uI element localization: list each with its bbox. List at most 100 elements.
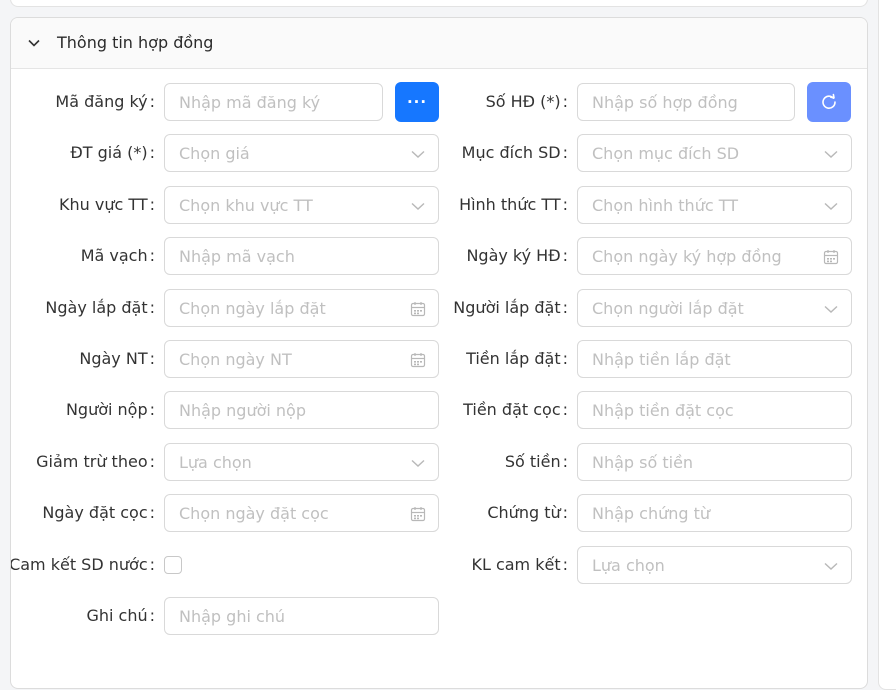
ghi-chu-input[interactable]: Nhập ghi chú (164, 597, 439, 635)
label-colon: : (149, 451, 155, 471)
placeholder-text: Nhập chứng từ (592, 504, 711, 524)
so-tien-input[interactable]: Nhập số tiền (577, 442, 852, 481)
ma-dang-ky-label: Mã đăng ký: (55, 92, 155, 112)
label-colon: : (149, 143, 155, 163)
dt-gia-select[interactable]: Chọn giá (164, 134, 439, 173)
nguoi-nop-input[interactable]: Nhập người nộp (164, 391, 439, 430)
label-text: Chứng từ (487, 503, 561, 523)
chevron-down-icon (823, 558, 839, 574)
placeholder-text: Lựa chọn (179, 452, 252, 472)
label-colon: : (149, 606, 155, 625)
nguoi-nop-label: Người nộp: (66, 400, 155, 420)
ngay-dat-coc-date-picker[interactable]: Chọn ngày đặt cọc (164, 494, 439, 533)
ma-vach-label: Mã vạch: (81, 246, 155, 266)
label-colon: : (149, 246, 155, 266)
ngay-nt-date-picker[interactable]: Chọn ngày NT (164, 340, 439, 378)
label-text: Khu vực TT (58, 194, 148, 214)
label-text: Hình thức TT (459, 194, 561, 214)
label-colon: : (149, 400, 155, 420)
label-text: Cam kết SD nước (10, 554, 148, 574)
kl-cam-ket-label: KL cam kết: (471, 555, 568, 575)
previous-card (10, 0, 868, 7)
ghi-chu-label: Ghi chú: (86, 606, 155, 626)
panel-header[interactable]: Thông tin hợp đồng (11, 18, 867, 69)
calendar-icon (410, 352, 426, 368)
placeholder-text: Nhập ghi chú (179, 607, 286, 626)
ngay-lap-dat-date-picker[interactable]: Chọn ngày lắp đặt (164, 288, 439, 327)
label-text: Số HĐ (*) (485, 92, 561, 111)
label-colon: : (149, 503, 155, 523)
tien-lap-dat-label: Tiền lắp đặt: (466, 349, 568, 369)
cam-ket-sd-nuoc-checkbox[interactable] (164, 555, 182, 574)
so-hd-input[interactable]: Nhập số hợp đồng (577, 83, 795, 121)
giam-tru-theo-label: Giảm trừ theo: (36, 452, 155, 472)
label-text: Ngày ký HĐ (466, 246, 561, 266)
ngay-ky-hd-date-picker[interactable]: Chọn ngày ký hợp đồng (577, 237, 852, 276)
label-colon: : (562, 400, 568, 420)
hinh-thuc-tt-label: Hình thức TT: (459, 195, 568, 215)
label-text: ĐT giá (*) (70, 143, 148, 163)
label-colon: : (562, 349, 568, 368)
chung-tu-label: Chứng từ: (487, 503, 568, 523)
label-text: Mã vạch (80, 246, 148, 266)
nguoi-lap-dat-select[interactable]: Chọn người lắp đặt (577, 288, 852, 327)
ngay-ky-hd-label: Ngày ký HĐ: (466, 246, 568, 266)
ngay-lap-dat-label: Ngày lắp đặt: (45, 298, 155, 318)
giam-tru-theo-select[interactable]: Lựa chọn (164, 442, 439, 481)
hinh-thuc-tt-select[interactable]: Chọn hình thức TT (577, 185, 852, 224)
placeholder-text: Nhập tiền lắp đặt (592, 350, 731, 369)
label-colon: : (562, 92, 568, 111)
ma-dang-ky-input[interactable]: Nhập mã đăng ký (164, 83, 383, 121)
ellipsis-icon: ... (406, 89, 428, 107)
contract-info-panel: Thông tin hợp đồng Mã đăng ký: Nhập mã đă… (10, 17, 868, 689)
label-colon: : (149, 297, 155, 317)
placeholder-text: Chọn mục đích SD (592, 144, 740, 164)
browse-registration-button[interactable]: ... (395, 82, 439, 122)
label-colon: : (562, 554, 568, 574)
label-text: KL cam kết (471, 554, 561, 574)
ngay-dat-coc-label: Ngày đặt cọc: (42, 503, 155, 523)
placeholder-text: Nhập mã vạch (179, 247, 295, 267)
khu-vuc-tt-select[interactable]: Chọn khu vực TT (164, 185, 439, 224)
placeholder-text: Nhập tiền đặt cọc (592, 401, 734, 421)
label-colon: : (149, 554, 155, 574)
chevron-down-icon (28, 39, 40, 47)
label-colon: : (562, 503, 568, 523)
tien-dat-coc-input[interactable]: Nhập tiền đặt cọc (577, 391, 852, 430)
dt-gia-label: ĐT giá (*): (70, 143, 155, 163)
label-text: Người lắp đặt (453, 297, 561, 317)
muc-dich-sd-label: Mục đích SD: (462, 143, 568, 163)
label-colon: : (562, 143, 568, 163)
placeholder-text: Chọn ngày lắp đặt (179, 298, 326, 318)
calendar-icon (823, 249, 839, 265)
calendar-icon (410, 301, 426, 317)
label-colon: : (149, 349, 155, 368)
placeholder-text: Chọn ngày ký hợp đồng (592, 247, 782, 267)
label-colon: : (562, 246, 568, 266)
placeholder-text: Chọn ngày NT (179, 350, 292, 369)
label-colon: : (149, 92, 155, 111)
label-colon: : (562, 297, 568, 317)
label-text: Tiền đặt cọc (463, 400, 561, 420)
so-hd-label: Số HĐ (*): (486, 92, 568, 112)
placeholder-text: Chọn khu vực TT (179, 195, 313, 215)
side-panel-edge (878, 0, 896, 690)
nguoi-lap-dat-label: Người lắp đặt: (453, 298, 568, 318)
refresh-icon (822, 93, 836, 109)
cam-ket-sd-nuoc-label: Cam kết SD nước: (10, 554, 155, 575)
label-text: Ghi chú (86, 606, 148, 625)
muc-dich-sd-select[interactable]: Chọn mục đích SD (577, 134, 852, 173)
label-text: Ngày đặt cọc (42, 503, 148, 523)
placeholder-text: Chọn người lắp đặt (592, 298, 744, 318)
label-text: Giảm trừ theo (36, 451, 148, 471)
chevron-down-icon (823, 198, 839, 214)
placeholder-text: Chọn giá (179, 144, 250, 164)
label-text: Ngày NT (79, 349, 148, 368)
kl-cam-ket-select[interactable]: Lựa chọn (577, 545, 852, 584)
refresh-contract-number-button[interactable] (807, 82, 851, 122)
label-colon: : (562, 451, 568, 471)
ngay-nt-label: Ngày NT: (79, 349, 155, 369)
chung-tu-input[interactable]: Nhập chứng từ (577, 494, 852, 533)
ma-vach-input[interactable]: Nhập mã vạch (164, 237, 439, 276)
tien-lap-dat-input[interactable]: Nhập tiền lắp đặt (577, 340, 852, 378)
